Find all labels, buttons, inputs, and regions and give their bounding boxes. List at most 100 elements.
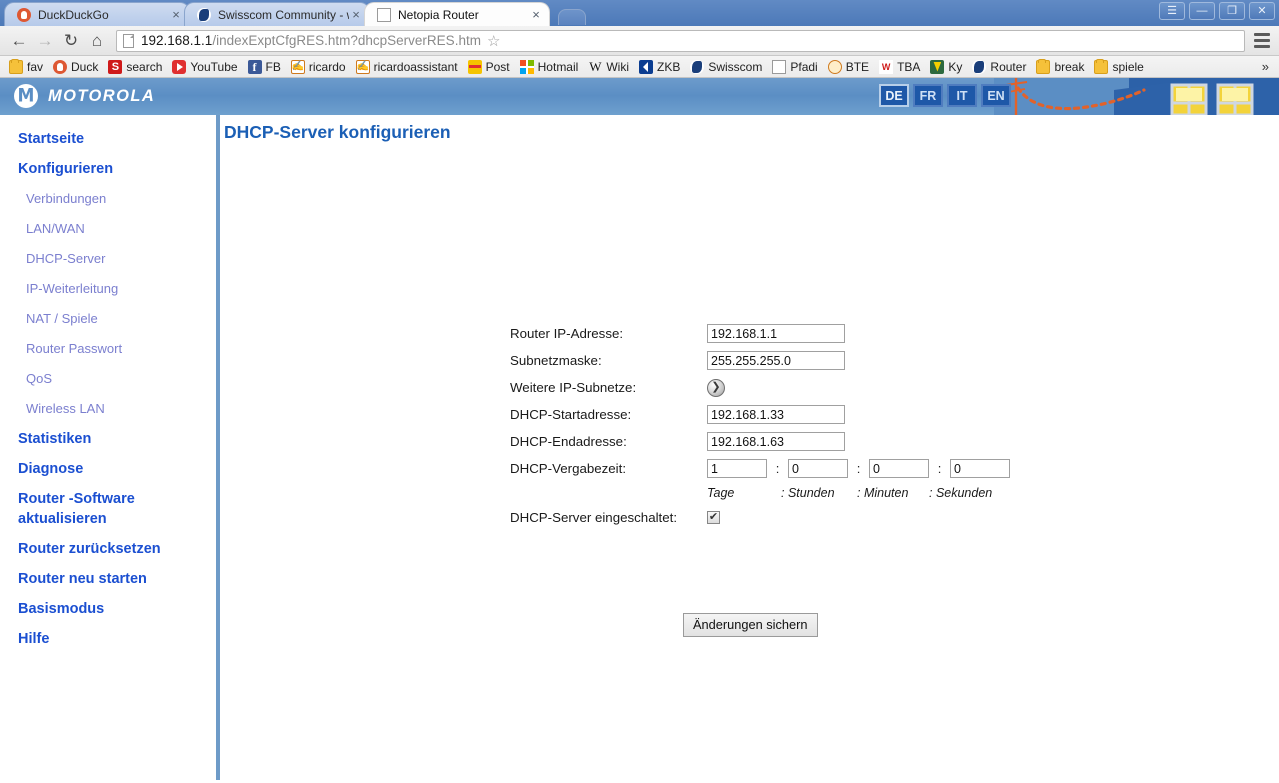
bookmark-item[interactable]: YouTube: [167, 57, 242, 77]
tab-title: Netopia Router: [398, 7, 479, 22]
lease-unit-labels: Tage : Stunden : Minuten : Sekunden: [707, 482, 992, 504]
lease-seconds-input[interactable]: [950, 459, 1010, 478]
back-icon[interactable]: ←: [6, 28, 32, 54]
window-controls: ☰ — ❐ ✕: [1159, 2, 1275, 20]
lease-time-label: DHCP-Vergabezeit:: [510, 461, 627, 476]
lease-days-input[interactable]: [707, 459, 767, 478]
bookmark-label: Duck: [71, 59, 99, 74]
lease-hours-input[interactable]: [788, 459, 848, 478]
bookmark-item[interactable]: W Wiki: [583, 57, 634, 77]
form-row-router-ip: Router IP-Adresse:: [510, 320, 1010, 347]
bookmark-label: spiele: [1112, 59, 1144, 74]
bookmark-item[interactable]: ✍ ricardo: [286, 57, 351, 77]
sidebar-item-ip-weiterleitung[interactable]: IP-Weiterleitung: [0, 274, 216, 304]
home-icon[interactable]: ⌂: [84, 28, 110, 54]
bookmark-item[interactable]: Ky: [925, 57, 967, 77]
router-admin-page: MOTOROLA: [0, 78, 1279, 780]
browser-tab-active[interactable]: Netopia Router ×: [364, 2, 550, 26]
sidebar-item-wireless-lan[interactable]: Wireless LAN: [0, 394, 216, 424]
language-button-fr[interactable]: FR: [913, 84, 943, 107]
motorola-header-banner: MOTOROLA: [0, 78, 1279, 115]
dhcp-start-input[interactable]: [707, 405, 845, 424]
subnet-mask-input[interactable]: [707, 351, 845, 370]
bookmark-label: Hotmail: [537, 59, 579, 74]
sidebar-item-router-passwort[interactable]: Router Passwort: [0, 334, 216, 364]
router-ip-input[interactable]: [707, 324, 845, 343]
close-icon[interactable]: ×: [529, 8, 543, 21]
chevron-right-icon[interactable]: ❯: [707, 378, 725, 397]
bookmark-item[interactable]: spiele: [1089, 57, 1148, 77]
unit-minutes-label: : Minuten: [857, 486, 909, 500]
reload-icon[interactable]: ↻: [58, 28, 84, 54]
sidebar-item-qos[interactable]: QoS: [0, 364, 216, 394]
account-icon[interactable]: ☰: [1159, 2, 1185, 20]
dhcp-end-input[interactable]: [707, 432, 845, 451]
bookmark-item[interactable]: fav: [4, 57, 48, 77]
sidebar-item-diagnose[interactable]: Diagnose: [0, 454, 216, 484]
bookmark-item[interactable]: W TBA: [874, 57, 925, 77]
sidebar-item-router-software-aktualisieren[interactable]: Router -Software aktualisieren: [0, 484, 150, 534]
bookmark-label: TBA: [897, 59, 921, 74]
bookmarks-overflow-button[interactable]: »: [1256, 59, 1275, 74]
bookmark-item[interactable]: f FB: [243, 57, 286, 77]
bookmark-item[interactable]: Duck: [48, 57, 103, 77]
bookmark-item[interactable]: Hotmail: [515, 57, 584, 77]
sidebar-item-statistiken[interactable]: Statistiken: [0, 424, 216, 454]
bookmark-item[interactable]: ZKB: [634, 57, 685, 77]
language-button-it[interactable]: IT: [947, 84, 977, 107]
bookmark-label: Post: [485, 59, 510, 74]
lease-minutes-input[interactable]: [869, 459, 929, 478]
bookmark-label: Router: [990, 59, 1027, 74]
sidebar-item-basismodus[interactable]: Basismodus: [0, 594, 216, 624]
sidebar-item-router-neu-starten[interactable]: Router neu starten: [0, 564, 216, 594]
sidebar-item-lan-wan[interactable]: LAN/WAN: [0, 214, 216, 244]
bookmark-item[interactable]: ✍ ricardoassistant: [351, 57, 463, 77]
sidebar-item-verbindungen[interactable]: Verbindungen: [0, 184, 216, 214]
hotmail-icon: [519, 59, 534, 74]
bookmark-label: Swisscom: [708, 59, 763, 74]
close-button[interactable]: ✕: [1249, 2, 1275, 20]
minimize-button[interactable]: —: [1189, 2, 1215, 20]
bookmark-item[interactable]: Post: [463, 57, 515, 77]
language-button-en[interactable]: EN: [981, 84, 1011, 107]
forward-icon[interactable]: →: [32, 28, 58, 54]
sidebar-item-router-zuruecksetzen[interactable]: Router zurücksetzen: [0, 534, 216, 564]
bookmark-item[interactable]: Router: [967, 57, 1031, 77]
bookmark-item[interactable]: Pfadi: [767, 57, 822, 77]
bookmark-item[interactable]: Swisscom: [685, 57, 767, 77]
bookmark-star-icon[interactable]: ☆: [487, 32, 500, 50]
zkb-icon: [639, 59, 653, 74]
close-icon[interactable]: ×: [169, 8, 183, 21]
page-icon: [123, 33, 134, 48]
swisscom-icon: [972, 59, 987, 74]
save-button-wrapper: Änderungen sichern: [683, 613, 818, 637]
sidebar-item-hilfe[interactable]: Hilfe: [0, 624, 216, 654]
bookmark-label: FB: [265, 59, 281, 74]
dhcp-enabled-checkbox[interactable]: ✔: [707, 511, 720, 524]
language-button-de[interactable]: DE: [879, 84, 909, 107]
sidebar-item-startseite[interactable]: Startseite: [0, 124, 216, 154]
bookmark-label: ricardo: [308, 59, 346, 74]
bookmark-item[interactable]: Ssearch: [103, 57, 167, 77]
bookmark-label: search: [126, 59, 163, 74]
sidebar-item-konfigurieren[interactable]: Konfigurieren: [0, 154, 216, 184]
sidebar-item-dhcp-server[interactable]: DHCP-Server: [0, 244, 216, 274]
menu-icon[interactable]: [1251, 33, 1273, 48]
folder-icon: [1094, 58, 1109, 74]
browser-tab[interactable]: Swisscom Community - w ×: [184, 2, 370, 26]
address-bar[interactable]: 192.168.1.1/indexExptCfgRES.htm?dhcpServ…: [116, 29, 1245, 52]
navigation-bar: ← → ↻ ⌂ 192.168.1.1/indexExptCfgRES.htm?…: [0, 26, 1279, 56]
sidebar-item-nat-spiele[interactable]: NAT / Spiele: [0, 304, 216, 334]
restore-button[interactable]: ❐: [1219, 2, 1245, 20]
close-icon[interactable]: ×: [349, 8, 363, 21]
facebook-icon: f: [247, 59, 262, 74]
subnet-mask-label: Subnetzmaske:: [510, 353, 602, 368]
browser-tab[interactable]: DuckDuckGo ×: [4, 2, 190, 26]
bookmark-item[interactable]: break: [1031, 57, 1089, 77]
bookmark-item[interactable]: BTE: [823, 57, 874, 77]
more-subnets-label: Weitere IP-Subnetze:: [510, 380, 637, 395]
save-changes-button[interactable]: Änderungen sichern: [683, 613, 818, 637]
new-tab-button[interactable]: [558, 9, 586, 25]
unit-days-label: Tage: [707, 486, 735, 500]
dhcp-config-form: Router IP-Adresse: Subnetzmaske: Weitere…: [510, 320, 1010, 531]
